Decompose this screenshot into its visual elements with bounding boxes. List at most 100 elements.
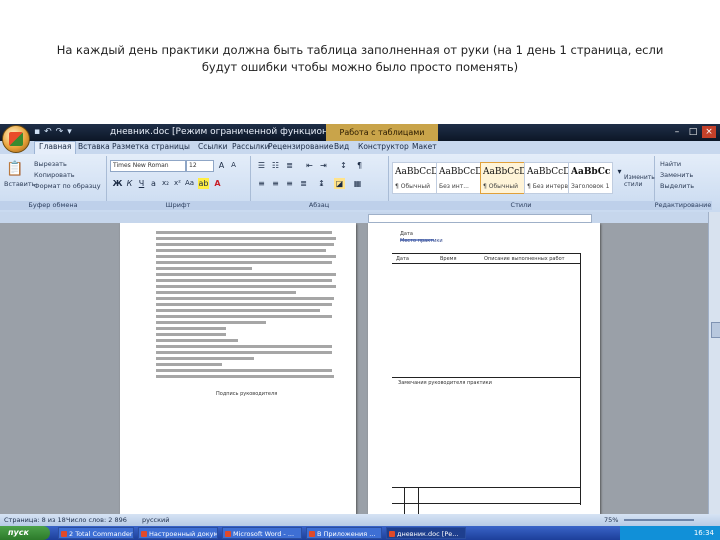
styles-group: AaBbCcDc ¶ Обычный AaBbCcDc Без инт... A…	[388, 156, 655, 210]
subscript-icon[interactable]: x₂	[160, 178, 171, 189]
clock[interactable]: 16:34	[694, 529, 714, 537]
line-spacing-icon[interactable]: ↨	[316, 178, 327, 189]
vertical-scrollbar[interactable]	[708, 212, 720, 514]
editing-group: Найти Заменить Выделить Редактирование	[654, 156, 712, 210]
tab-page-layout[interactable]: Разметка страницы	[112, 142, 190, 151]
select-button[interactable]: Выделить	[660, 182, 694, 190]
chevron-down-icon[interactable]: ▾	[67, 127, 72, 137]
taskbar-item-1[interactable]: 2 Total Commander	[58, 527, 134, 539]
close-icon[interactable]: ×	[702, 126, 716, 138]
language-indicator[interactable]: русский	[142, 516, 170, 524]
page-counter[interactable]: Страница: 8 из 18	[4, 516, 66, 524]
word-counter[interactable]: Число слов: 2 896	[66, 516, 127, 524]
taskbar-item-5[interactable]: дневник.doc [Ре...	[386, 527, 466, 539]
font-name-combo[interactable]: Times New Roman	[110, 160, 186, 172]
shrink-font-icon[interactable]: A	[228, 160, 239, 171]
page-right[interactable]: Дата Место практики Дата Время Описание …	[368, 223, 600, 514]
replace-button[interactable]: Заменить	[660, 171, 693, 179]
tab-layout[interactable]: Макет	[412, 142, 437, 151]
taskbar-item-3[interactable]: Microsoft Word - ...	[222, 527, 302, 539]
minimize-icon[interactable]: –	[670, 126, 684, 138]
align-left-icon[interactable]: ≡	[256, 178, 267, 189]
text-line	[156, 369, 332, 372]
title-bar: ▪ ↶ ↷ ▾ дневник.doc [Режим ограниченной …	[0, 124, 720, 141]
paragraph-group: ☰ ☷ ≣ ⇤ ⇥ ↕ ¶ ≡ ≡ ≡ ≣ ↨ ◪ ▦ Абзац	[250, 156, 389, 210]
style-normal-1[interactable]: AaBbCcDc ¶ Обычный	[392, 162, 443, 194]
ribbon-tabs: Главная Вставка Разметка страницы Ссылки…	[0, 141, 720, 154]
maximize-icon[interactable]: □	[686, 126, 700, 138]
format-painter-button[interactable]: Формат по образцу	[34, 182, 101, 190]
decrease-indent-icon[interactable]: ⇤	[304, 160, 315, 171]
scrollbar-thumb[interactable]	[711, 322, 720, 338]
change-styles-button[interactable]: Изменить стили	[624, 174, 655, 188]
justify-icon[interactable]: ≣	[298, 178, 309, 189]
tab-references[interactable]: Ссылки	[198, 142, 227, 151]
tab-mailings[interactable]: Рассылки	[232, 142, 270, 151]
find-button[interactable]: Найти	[660, 160, 681, 168]
text-line	[156, 357, 254, 360]
document-area[interactable]: Подпись руководителя Дата Место практики…	[0, 223, 708, 514]
supervisor-notes-label: Замечания руководителя практики	[398, 380, 492, 386]
start-button[interactable]: пуск	[0, 526, 50, 540]
table-border	[392, 503, 580, 504]
undo-icon[interactable]: ↶	[44, 127, 52, 137]
change-case-icon[interactable]: Aa	[184, 178, 195, 189]
tab-insert[interactable]: Вставка	[78, 142, 110, 151]
text-line	[156, 231, 332, 234]
superscript-icon[interactable]: x²	[172, 178, 183, 189]
text-line	[156, 279, 332, 282]
zoom-slider[interactable]	[624, 519, 694, 521]
redo-icon[interactable]: ↷	[56, 127, 64, 137]
text-line	[156, 351, 332, 354]
table-border	[392, 253, 580, 254]
tab-design[interactable]: Конструктор	[358, 142, 409, 151]
taskbar-item-2[interactable]: Настроенный докум...	[138, 527, 218, 539]
page-left[interactable]: Подпись руководителя	[120, 223, 356, 514]
tab-review[interactable]: Рецензирование	[268, 142, 333, 151]
highlight-icon[interactable]: ab	[198, 178, 209, 189]
tab-home[interactable]: Главная	[34, 141, 77, 154]
align-center-icon[interactable]: ≡	[270, 178, 281, 189]
style-heading-1[interactable]: AaBbCc Заголовок 1	[568, 162, 613, 194]
tab-view[interactable]: Вид	[334, 142, 349, 151]
office-button[interactable]	[2, 125, 30, 153]
increase-indent-icon[interactable]: ⇥	[318, 160, 329, 171]
grow-font-icon[interactable]: A	[216, 160, 227, 171]
italic-icon[interactable]: К	[124, 178, 135, 189]
styles-group-label: Стили	[388, 201, 654, 210]
style-no-spacing-2[interactable]: AaBbCcDc ¶ Без интерв...	[524, 162, 575, 194]
text-line	[156, 309, 320, 312]
horizontal-ruler[interactable]	[0, 212, 720, 223]
text-line	[156, 267, 252, 270]
zoom-level[interactable]: 75%	[604, 516, 618, 524]
font-color-icon[interactable]: A	[212, 178, 223, 189]
font-size-combo[interactable]: 12	[186, 160, 214, 172]
style-normal-2[interactable]: AaBbCcDc ¶ Обычный	[480, 162, 531, 194]
slide-caption: На каждый день практики должна быть табл…	[40, 42, 680, 76]
copy-button[interactable]: Копировать	[34, 171, 75, 179]
bold-icon[interactable]: Ж	[112, 178, 123, 189]
borders-icon[interactable]: ▦	[352, 178, 363, 189]
office-logo-icon	[9, 132, 23, 146]
underline-icon[interactable]: Ч	[136, 178, 147, 189]
text-line	[156, 261, 332, 264]
table-border	[418, 487, 419, 514]
text-line	[156, 315, 332, 318]
paste-icon[interactable]: 📋	[6, 160, 24, 178]
strikethrough-icon[interactable]: a	[148, 178, 159, 189]
text-line	[156, 339, 238, 342]
multilevel-list-icon[interactable]: ≣	[284, 160, 295, 171]
bullets-icon[interactable]: ☰	[256, 160, 267, 171]
style-no-spacing-1[interactable]: AaBbCcDc Без инт...	[436, 162, 487, 194]
shading-icon[interactable]: ◪	[334, 178, 345, 189]
cut-button[interactable]: Вырезать	[34, 160, 67, 168]
task-label: дневник.doc [Ре...	[397, 530, 459, 538]
text-line	[156, 249, 326, 252]
pilcrow-icon[interactable]: ¶	[354, 160, 365, 171]
align-right-icon[interactable]: ≡	[284, 178, 295, 189]
taskbar-item-4[interactable]: В Приложения ...	[306, 527, 382, 539]
sort-icon[interactable]: ↕	[338, 160, 349, 171]
paste-button[interactable]: Вставить	[4, 180, 35, 188]
save-icon[interactable]: ▪	[34, 127, 40, 137]
numbering-icon[interactable]: ☷	[270, 160, 281, 171]
